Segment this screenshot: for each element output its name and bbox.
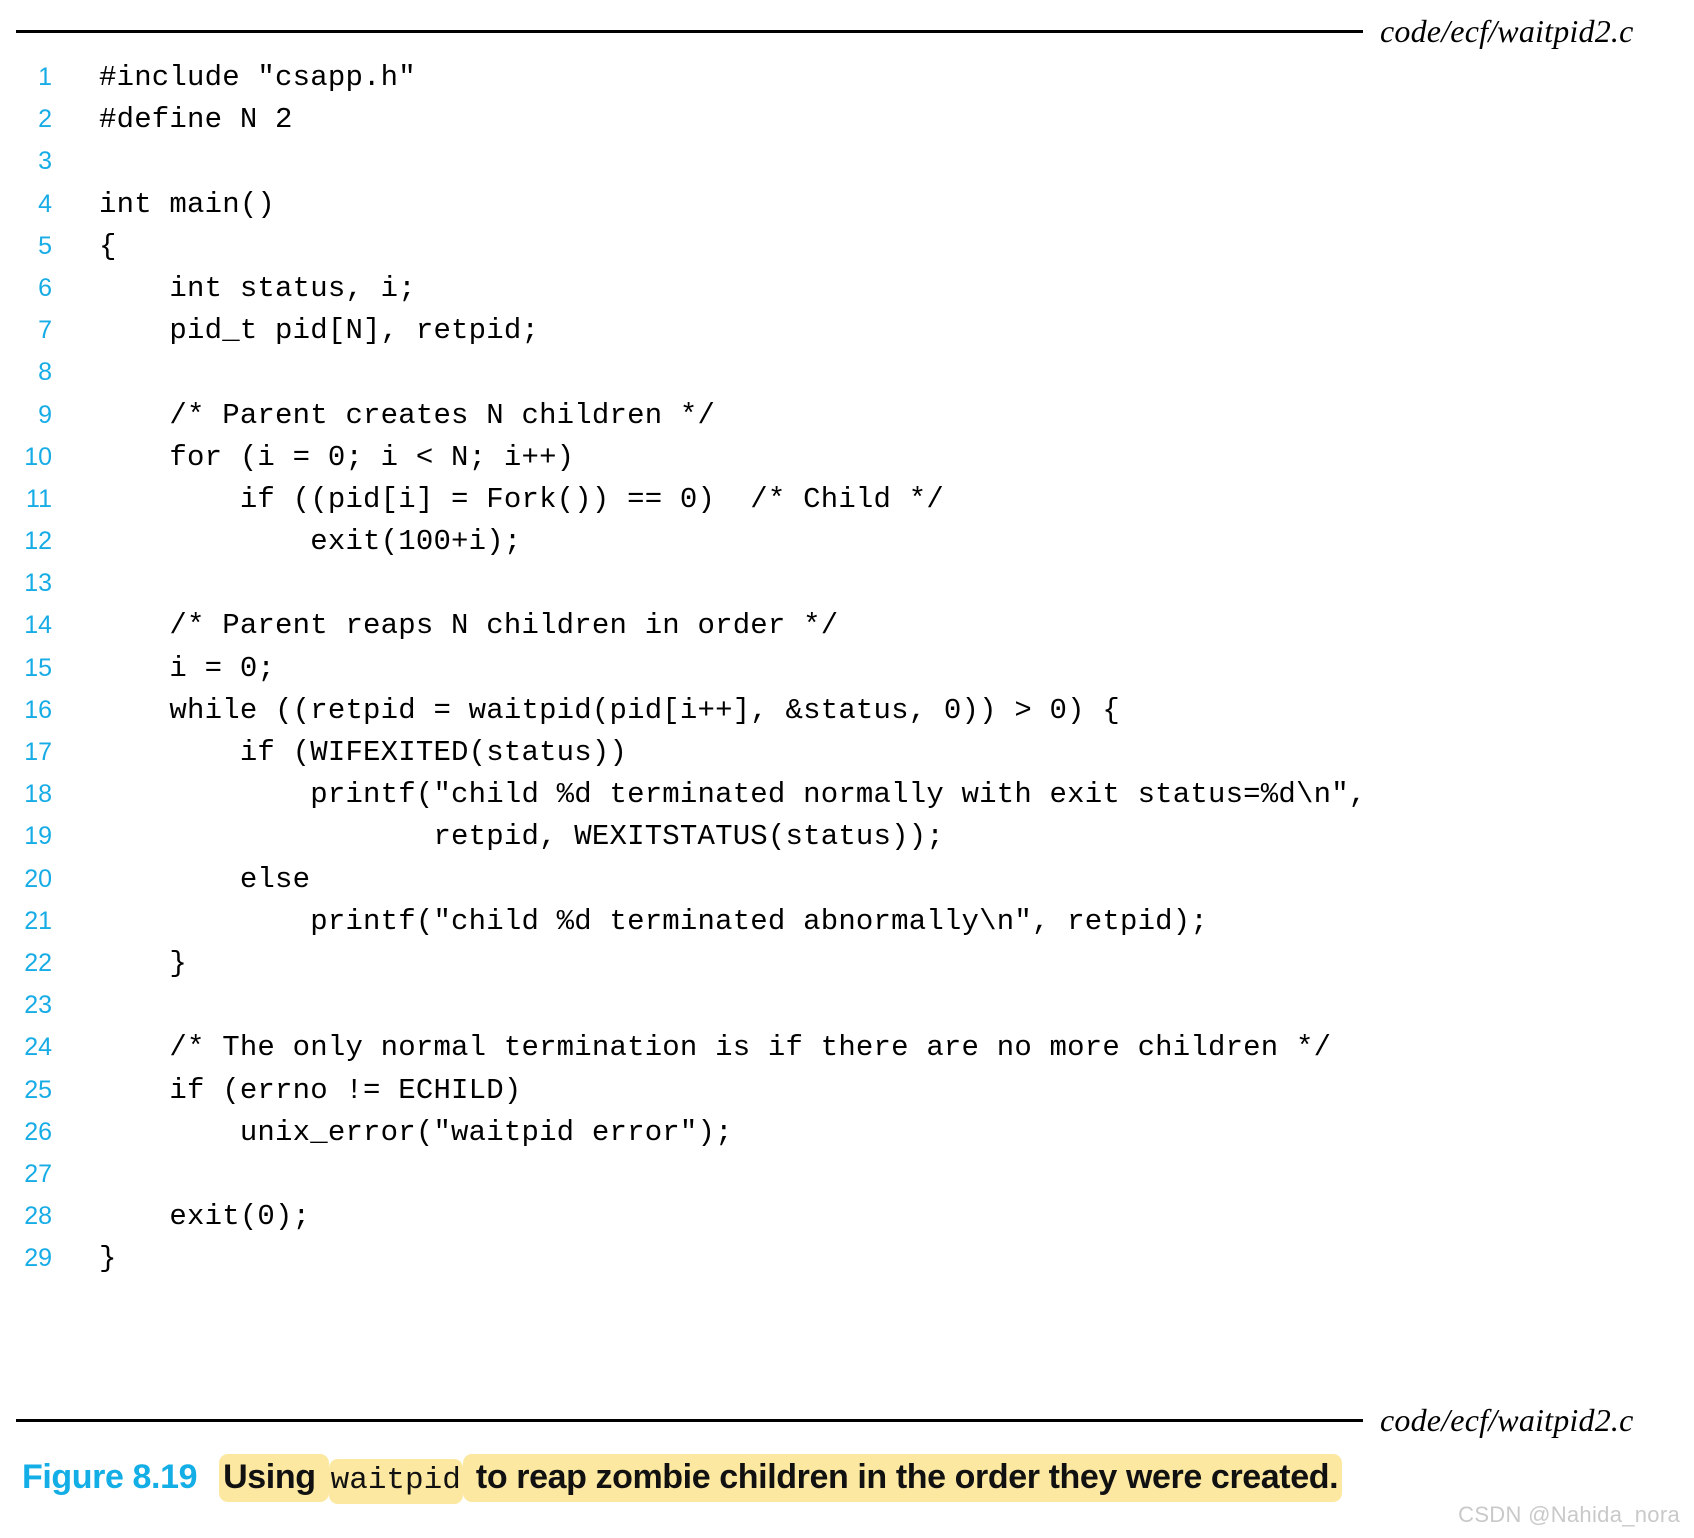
code-line-text: /* Parent creates N children */ xyxy=(99,398,716,432)
code-line-text: int status, i; xyxy=(99,271,416,305)
code-line: 16 while ((retpid = waitpid(pid[i++], &s… xyxy=(0,689,1694,731)
code-line-text: exit(0); xyxy=(99,1200,311,1234)
code-line-text: while ((retpid = waitpid(pid[i++], &stat… xyxy=(99,693,1120,727)
code-line-number: 11 xyxy=(26,484,52,513)
code-line-text: } xyxy=(99,946,188,980)
code-line-number: 14 xyxy=(24,611,52,640)
code-line-number: 6 xyxy=(38,273,52,302)
code-listing: 1 #include "csapp.h" 2 #define N 2 3 4 int mai… xyxy=(0,56,1694,1279)
code-line: 20 else xyxy=(0,858,1694,900)
code-line-number: 9 xyxy=(38,400,52,429)
figure-header-rule-row: code/ecf/waitpid2.c xyxy=(0,13,1694,49)
code-line: 1 #include "csapp.h" xyxy=(0,56,1694,98)
code-line: 24 /* The only normal termination is if … xyxy=(0,1026,1694,1068)
code-line-text: int main() xyxy=(99,187,276,221)
code-line-number: 22 xyxy=(24,948,52,977)
code-line-text: } xyxy=(99,1242,117,1276)
code-line-number: 10 xyxy=(24,442,52,471)
code-figure: code/ecf/waitpid2.c 1 #include "csapp.h" 2… xyxy=(0,0,1694,1538)
code-line: 17 if (WIFEXITED(status)) xyxy=(0,731,1694,773)
code-line-text: else xyxy=(99,862,311,896)
code-line-text: #define N 2 xyxy=(99,103,293,137)
code-line: 14 /* Parent reaps N children in order *… xyxy=(0,604,1694,646)
footer-rule-line xyxy=(16,1418,1363,1422)
code-line-number: 15 xyxy=(24,653,52,682)
code-line: 15 i = 0; xyxy=(0,647,1694,689)
code-line-number: 17 xyxy=(24,738,52,766)
code-line-number: 24 xyxy=(24,1033,52,1062)
code-line: 9 /* Parent creates N children */ xyxy=(0,394,1694,436)
code-line-number: 8 xyxy=(38,358,52,387)
code-line-text: unix_error("waitpid error"); xyxy=(99,1115,733,1149)
caption-segment-before: Using xyxy=(219,1454,329,1502)
code-line: 26 unix_error("waitpid error"); xyxy=(0,1111,1694,1153)
code-line: 21 printf("child %d terminated abnormall… xyxy=(0,900,1694,942)
code-line-number: 12 xyxy=(24,527,52,556)
code-line: 3 xyxy=(0,140,1694,182)
code-line-number: 2 xyxy=(38,105,52,134)
code-line: 29} xyxy=(0,1237,1694,1279)
code-line-number: 16 xyxy=(24,695,52,724)
code-line: 2 #define N 2 xyxy=(0,98,1694,140)
code-line-text: for (i = 0; i < N; i++) xyxy=(99,440,575,474)
code-line-number: 4 xyxy=(38,189,52,218)
code-line: 7 pid_t pid[N], retpid; xyxy=(0,309,1694,351)
code-line-text: printf("child %d terminated abnormally\n… xyxy=(99,904,1208,938)
code-line: 25 if (errno != ECHILD) xyxy=(0,1069,1694,1111)
code-line-number: 26 xyxy=(24,1117,52,1146)
footer-source-filename: code/ecf/waitpid2.c xyxy=(1380,1401,1634,1438)
code-line-number: 25 xyxy=(24,1075,52,1104)
code-line: 4 int main() xyxy=(0,183,1694,225)
code-line-text: #include "csapp.h" xyxy=(99,61,416,94)
code-line-text: /* The only normal termination is if the… xyxy=(99,1031,1332,1065)
code-line-number: 7 xyxy=(38,316,52,345)
code-line-number: 1 xyxy=(38,63,52,91)
watermark: CSDN @Nahida_nora xyxy=(1458,1502,1680,1527)
code-line: 6 int status, i; xyxy=(0,267,1694,309)
code-line-number: 18 xyxy=(24,780,52,809)
code-line-number: 28 xyxy=(24,1202,52,1231)
code-line-number: 19 xyxy=(24,822,52,851)
code-line-text: { xyxy=(99,229,117,263)
code-line: 8 xyxy=(0,351,1694,393)
code-line: 10 for (i = 0; i < N; i++) xyxy=(0,436,1694,478)
code-line-text: if ((pid[i] = Fork()) == 0) /* Child */ xyxy=(99,482,944,516)
code-line: 11 if ((pid[i] = Fork()) == 0) /* Child … xyxy=(0,478,1694,520)
code-line-text: exit(100+i); xyxy=(99,525,522,559)
code-line: 13 xyxy=(0,562,1694,604)
code-line-number: 13 xyxy=(24,569,52,598)
code-line: 18 printf("child %d terminated normally … xyxy=(0,773,1694,815)
code-line-text: i = 0; xyxy=(99,651,276,685)
code-line-text: printf("child %d terminated normally wit… xyxy=(99,778,1367,812)
caption-code-term: waitpid xyxy=(328,1459,463,1504)
code-line-number: 23 xyxy=(24,991,52,1020)
code-line-number: 21 xyxy=(24,906,52,935)
caption-segment-after: to reap zombie children in the order the… xyxy=(462,1454,1343,1502)
code-line: 12 exit(100+i); xyxy=(0,520,1694,562)
header-source-filename: code/ecf/waitpid2.c xyxy=(1380,12,1634,49)
code-line-text: pid_t pid[N], retpid; xyxy=(99,314,540,348)
code-line-number: 20 xyxy=(24,864,52,893)
figure-footer-rule-row: code/ecf/waitpid2.c xyxy=(0,1402,1694,1438)
figure-caption: Figure 8.19 Using waitpid to reap zombie… xyxy=(22,1454,1343,1504)
code-line-number: 5 xyxy=(38,231,52,260)
code-line: 27 xyxy=(0,1153,1694,1195)
code-line-number: 29 xyxy=(24,1244,52,1273)
code-line-text: if (errno != ECHILD) xyxy=(99,1073,522,1107)
code-line: 5{ xyxy=(0,225,1694,267)
code-line-number: 27 xyxy=(24,1159,52,1188)
code-line: 23 xyxy=(0,984,1694,1026)
code-line: 28 exit(0); xyxy=(0,1195,1694,1237)
figure-caption-label: Figure 8.19 xyxy=(22,1458,198,1496)
code-line-text: /* Parent reaps N children in order */ xyxy=(99,609,839,643)
code-line: 19 retpid, WEXITSTATUS(status)); xyxy=(0,815,1694,857)
code-line: 22 } xyxy=(0,942,1694,984)
figure-caption-text: Using waitpid to reap zombie children in… xyxy=(219,1454,1343,1504)
code-line-text: retpid, WEXITSTATUS(status)); xyxy=(99,820,944,854)
header-rule-line xyxy=(16,29,1363,33)
code-line-number: 3 xyxy=(38,147,52,176)
code-line-text: if (WIFEXITED(status)) xyxy=(99,736,628,769)
